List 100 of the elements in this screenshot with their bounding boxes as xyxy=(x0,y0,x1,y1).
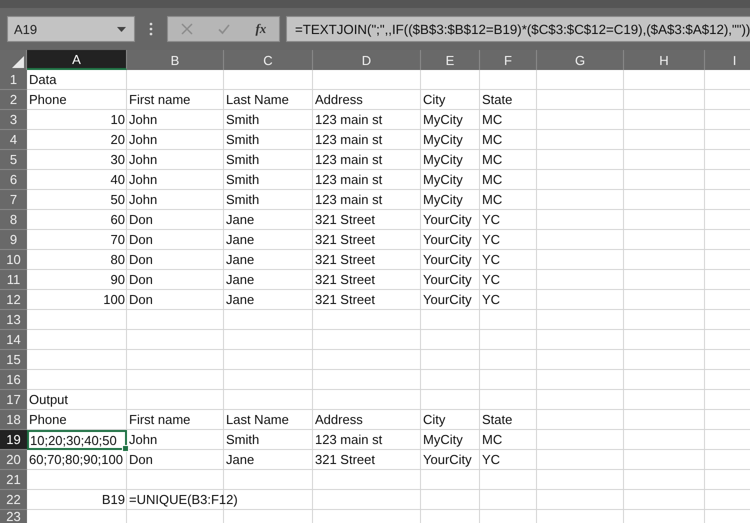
column-header[interactable]: A xyxy=(27,50,127,70)
column-header[interactable]: F xyxy=(480,50,537,70)
row-header[interactable]: 2 xyxy=(0,90,27,110)
table-cell-text: State xyxy=(481,91,514,109)
table-cell-text: YC xyxy=(481,251,502,269)
table-cell-text: First name xyxy=(128,411,192,429)
table-cell-text: State xyxy=(481,411,514,429)
table-cell-text: 20 xyxy=(110,131,126,149)
table-cell-text: John xyxy=(128,151,158,169)
table-cell-text: YourCity xyxy=(422,451,473,469)
row-header[interactable]: 13 xyxy=(0,310,27,330)
checkmark-icon[interactable] xyxy=(218,23,230,35)
row-header[interactable]: 14 xyxy=(0,330,27,350)
table-cell-text: Jane xyxy=(225,451,256,469)
table-cell-text: 123 main st xyxy=(314,151,384,169)
table-cell-text: MyCity xyxy=(422,191,464,209)
table-cell-text: Jane xyxy=(225,291,256,309)
table-cell-text: First name xyxy=(128,91,192,109)
insert-function-button[interactable]: fx xyxy=(255,21,266,37)
select-all-icon[interactable] xyxy=(12,56,24,68)
table-cell-text: 321 Street xyxy=(314,251,376,269)
table-cell-text: Don xyxy=(128,291,154,309)
row-header[interactable]: 17 xyxy=(0,390,27,410)
name-box[interactable]: A19 xyxy=(7,16,135,42)
column-header[interactable]: B xyxy=(127,50,224,70)
table-cell-text: City xyxy=(422,91,446,109)
table-cell-text: 321 Street xyxy=(314,211,376,229)
table-cell-text: 321 Street xyxy=(314,231,376,249)
row-header[interactable]: 3 xyxy=(0,110,27,130)
table-cell-text: 90 xyxy=(110,271,126,289)
table-cell-text: MC xyxy=(481,191,504,209)
table-cell-text: Last Name xyxy=(225,91,290,109)
table-cell-text: YourCity xyxy=(422,251,473,269)
table-cell-text: Jane xyxy=(225,231,256,249)
fill-handle[interactable] xyxy=(122,445,129,452)
table-cell-text: Don xyxy=(128,231,154,249)
table-cell: 10;20;30;40;50 xyxy=(27,430,127,450)
row-header[interactable]: 12 xyxy=(0,290,27,310)
row-header[interactable]: 10 xyxy=(0,250,27,270)
table-cell-text: MyCity xyxy=(422,431,464,449)
table-cell-text: Don xyxy=(128,251,154,269)
formula-field[interactable]: =TEXTJOIN(";",,IF(($B$3:$B$12=B19)*($C$3:$C$12=C19),($A$3:$A$12),"")) xyxy=(286,16,750,42)
table-cell-text: MyCity xyxy=(422,111,464,129)
table-cell-text: YC xyxy=(481,231,502,249)
table-cell-text: YourCity xyxy=(422,291,473,309)
column-header[interactable]: E xyxy=(421,50,480,70)
table-cell-text: John xyxy=(128,131,158,149)
table-cell-text: YC xyxy=(481,451,502,469)
table-cell-text: Output xyxy=(28,391,70,409)
table-cell-text: Smith xyxy=(225,171,260,189)
row-header[interactable]: 20 xyxy=(0,450,27,470)
table-cell-text: John xyxy=(128,171,158,189)
row-header[interactable]: 19 xyxy=(0,430,27,450)
row-header[interactable]: 16 xyxy=(0,370,27,390)
row-header[interactable]: 9 xyxy=(0,230,27,250)
column-header[interactable]: D xyxy=(313,50,421,70)
more-options-icon[interactable] xyxy=(149,22,153,36)
table-cell-text: YourCity xyxy=(422,271,473,289)
table-cell-text: Don xyxy=(128,271,154,289)
row-header[interactable]: 15 xyxy=(0,350,27,370)
table-cell-text: Data xyxy=(28,71,58,89)
column-header[interactable]: I xyxy=(705,50,750,70)
row-header[interactable]: 11 xyxy=(0,270,27,290)
table-cell-text: MyCity xyxy=(422,131,464,149)
table-cell-text: 321 Street xyxy=(314,271,376,289)
row-header[interactable]: 4 xyxy=(0,130,27,150)
row-header[interactable]: 18 xyxy=(0,410,27,430)
row-header[interactable]: 8 xyxy=(0,210,27,230)
table-cell-text: 80 xyxy=(110,251,126,269)
table-cell-text: B19 xyxy=(100,491,126,509)
table-cell-text: 123 main st xyxy=(314,431,384,449)
table-cell-text: Jane xyxy=(225,211,256,229)
table-cell-text: 30 xyxy=(110,151,126,169)
table-cell-text: John xyxy=(128,431,158,449)
column-header[interactable]: G xyxy=(537,50,624,70)
table-cell-text: MC xyxy=(481,131,504,149)
table-cell-text: 321 Street xyxy=(314,451,376,469)
row-header[interactable]: 23 xyxy=(0,510,27,523)
table-cell-text: Smith xyxy=(225,151,260,169)
row-header[interactable]: 21 xyxy=(0,470,27,490)
table-cell-text: =UNIQUE(B3:F12) xyxy=(128,491,239,509)
table-cell-text: Jane xyxy=(225,251,256,269)
table-cell-text: 123 main st xyxy=(314,191,384,209)
table-cell-text: YC xyxy=(481,211,502,229)
table-cell-text: Address xyxy=(314,91,364,109)
row-header[interactable]: 1 xyxy=(0,70,27,90)
table-cell-text: 123 main st xyxy=(314,171,384,189)
table-cell-text: YC xyxy=(481,271,502,289)
row-header[interactable]: 5 xyxy=(0,150,27,170)
table-cell-text: 60 xyxy=(110,211,126,229)
row-header[interactable]: 7 xyxy=(0,190,27,210)
table-cell-text: Don xyxy=(128,211,154,229)
row-header[interactable]: 6 xyxy=(0,170,27,190)
table-cell-text: Jane xyxy=(225,271,256,289)
table-cell-text: Last Name xyxy=(225,411,290,429)
table-cell-text: 60;70;80;90;100 xyxy=(28,451,124,469)
column-header[interactable]: H xyxy=(624,50,705,70)
column-header[interactable]: C xyxy=(224,50,313,70)
table-cell-text: 123 main st xyxy=(314,131,384,149)
row-header[interactable]: 22 xyxy=(0,490,27,510)
